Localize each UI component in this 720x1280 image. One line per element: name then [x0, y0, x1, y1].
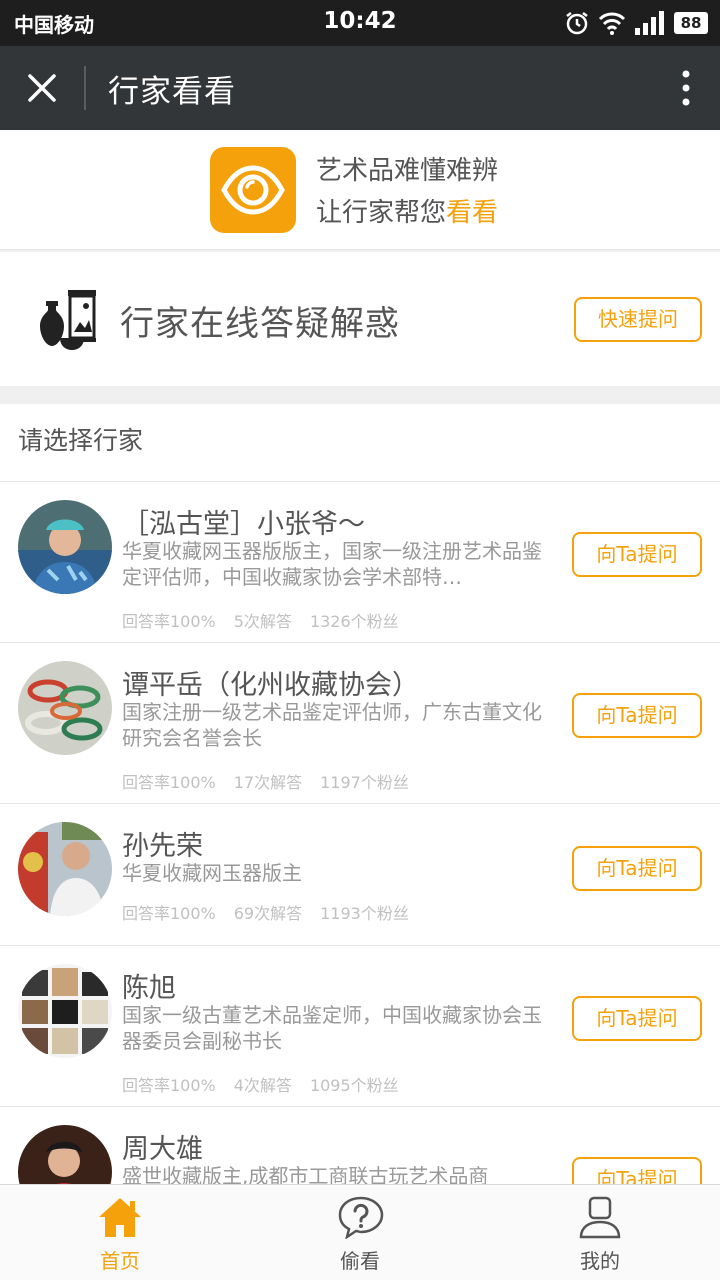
page-title: 行家看看: [108, 74, 236, 110]
expert-list: 请选择行家 ［泓古堂］小张爷～ 华夏收藏网玉器版版主，国家一级注册艺术品鉴定评估…: [0, 404, 720, 1184]
home-icon: [99, 1198, 141, 1237]
expert-stats: 回答率100% 5次解答 1326个粉丝: [122, 608, 417, 632]
expert-bio: 国家一级古董艺术品鉴定师，中国收藏家协会玉器委员会副秘书长: [122, 1003, 542, 1053]
expert-bio: 华夏收藏网玉器版主: [122, 861, 302, 885]
answer-count: 69次解答: [233, 904, 303, 923]
expert-stats: 回答率100% 69次解答 1193个粉丝: [122, 900, 427, 924]
fan-count: 1326个粉丝: [309, 612, 399, 631]
tab-peek[interactable]: 偷看: [240, 1185, 480, 1280]
status-bar: 中国移动 10:42 88: [0, 0, 720, 46]
nav-divider: [84, 66, 86, 110]
online-qa-section: 行家在线答疑解惑 快速提问: [0, 252, 720, 386]
eye-icon: [221, 165, 285, 215]
avatar[interactable]: [18, 822, 112, 916]
tab-home[interactable]: 首页: [0, 1185, 240, 1280]
antiques-icon: [40, 290, 96, 350]
ask-expert-button[interactable]: 向Ta提问: [572, 996, 702, 1041]
answer-rate: 回答率100%: [122, 612, 216, 631]
answer-count: 5次解答: [233, 612, 292, 631]
tab-label: 首页: [100, 1249, 140, 1273]
answer-rate: 回答率100%: [122, 904, 216, 923]
banner-highlight: 看看: [446, 198, 499, 228]
expert-name: 谭平岳（化州收藏协会）: [122, 670, 419, 701]
banner: 艺术品难懂难辨 让行家帮您看看: [0, 130, 720, 250]
expert-item[interactable]: 谭平岳（化州收藏协会） 国家注册一级艺术品鉴定评估师，广东古董文化研究会名誉会长…: [0, 643, 720, 804]
expert-name: ［泓古堂］小张爷～: [122, 509, 365, 540]
fan-count: 1095个粉丝: [309, 1076, 399, 1095]
answer-rate: 回答率100%: [122, 1076, 216, 1095]
expert-stats: 回答率100% 4次解答 1095个粉丝: [122, 1072, 417, 1096]
ask-expert-button[interactable]: 向Ta提问: [572, 846, 702, 891]
banner-tagline: 艺术品难懂难辨: [316, 156, 499, 186]
tab-label: 我的: [580, 1249, 620, 1273]
nav-bar: 行家看看: [0, 46, 720, 130]
more-vertical-icon[interactable]: [680, 68, 692, 108]
quick-ask-button[interactable]: 快速提问: [574, 297, 702, 342]
question-bubble-icon: [338, 1196, 384, 1239]
tab-mine[interactable]: 我的: [480, 1185, 720, 1280]
expert-name: 周大雄: [122, 1134, 203, 1165]
list-header: 请选择行家: [0, 404, 720, 482]
expert-item[interactable]: 周大雄 盛世收藏版主,成都市工商联古玩艺术品商 向Ta提问: [0, 1107, 720, 1184]
online-qa-title: 行家在线答疑解惑: [120, 304, 400, 344]
expert-bio: 华夏收藏网玉器版版主，国家一级注册艺术品鉴定评估师，中国收藏家协会学术部特…: [122, 539, 542, 589]
tab-bar: 首页 偷看 我的: [0, 1184, 720, 1280]
expert-stats: 回答率100% 17次解答 1197个粉丝: [122, 769, 427, 793]
expert-item[interactable]: ［泓古堂］小张爷～ 华夏收藏网玉器版版主，国家一级注册艺术品鉴定评估师，中国收藏…: [0, 482, 720, 643]
avatar[interactable]: [18, 964, 112, 1058]
wifi-icon: [598, 12, 626, 35]
alarm-icon: [566, 12, 588, 35]
expert-bio: 盛世收藏版主,成都市工商联古玩艺术品商: [122, 1164, 489, 1184]
avatar[interactable]: [18, 500, 112, 594]
app-logo: [210, 147, 296, 233]
ask-expert-button[interactable]: 向Ta提问: [572, 693, 702, 738]
expert-bio: 国家注册一级艺术品鉴定评估师，广东古董文化研究会名誉会长: [122, 700, 542, 750]
avatar[interactable]: [18, 661, 112, 755]
expert-name: 陈旭: [122, 973, 176, 1004]
close-icon[interactable]: [22, 68, 62, 108]
fan-count: 1197个粉丝: [320, 773, 409, 792]
banner-subtagline-prefix: 让行家帮您: [316, 198, 447, 228]
ask-expert-button[interactable]: 向Ta提问: [572, 1157, 702, 1184]
status-icons: 88: [564, 9, 708, 37]
user-icon: [579, 1196, 621, 1239]
signal-icon: [635, 11, 664, 35]
expert-item[interactable]: 孙先荣 华夏收藏网玉器版主 回答率100% 69次解答 1193个粉丝 向Ta提问: [0, 804, 720, 946]
answer-count: 17次解答: [233, 773, 303, 792]
battery-icon: 88: [674, 12, 708, 34]
expert-name: 孙先荣: [122, 831, 203, 862]
expert-item[interactable]: 陈旭 国家一级古董艺术品鉴定师，中国收藏家协会玉器委员会副秘书长 回答率100%…: [0, 946, 720, 1107]
avatar[interactable]: [18, 1125, 112, 1184]
ask-expert-button[interactable]: 向Ta提问: [572, 532, 702, 577]
banner-subtagline: 让行家帮您看看: [316, 192, 498, 229]
tab-label: 偷看: [340, 1249, 380, 1273]
answer-count: 4次解答: [233, 1076, 292, 1095]
fan-count: 1193个粉丝: [320, 904, 409, 923]
answer-rate: 回答率100%: [122, 773, 216, 792]
